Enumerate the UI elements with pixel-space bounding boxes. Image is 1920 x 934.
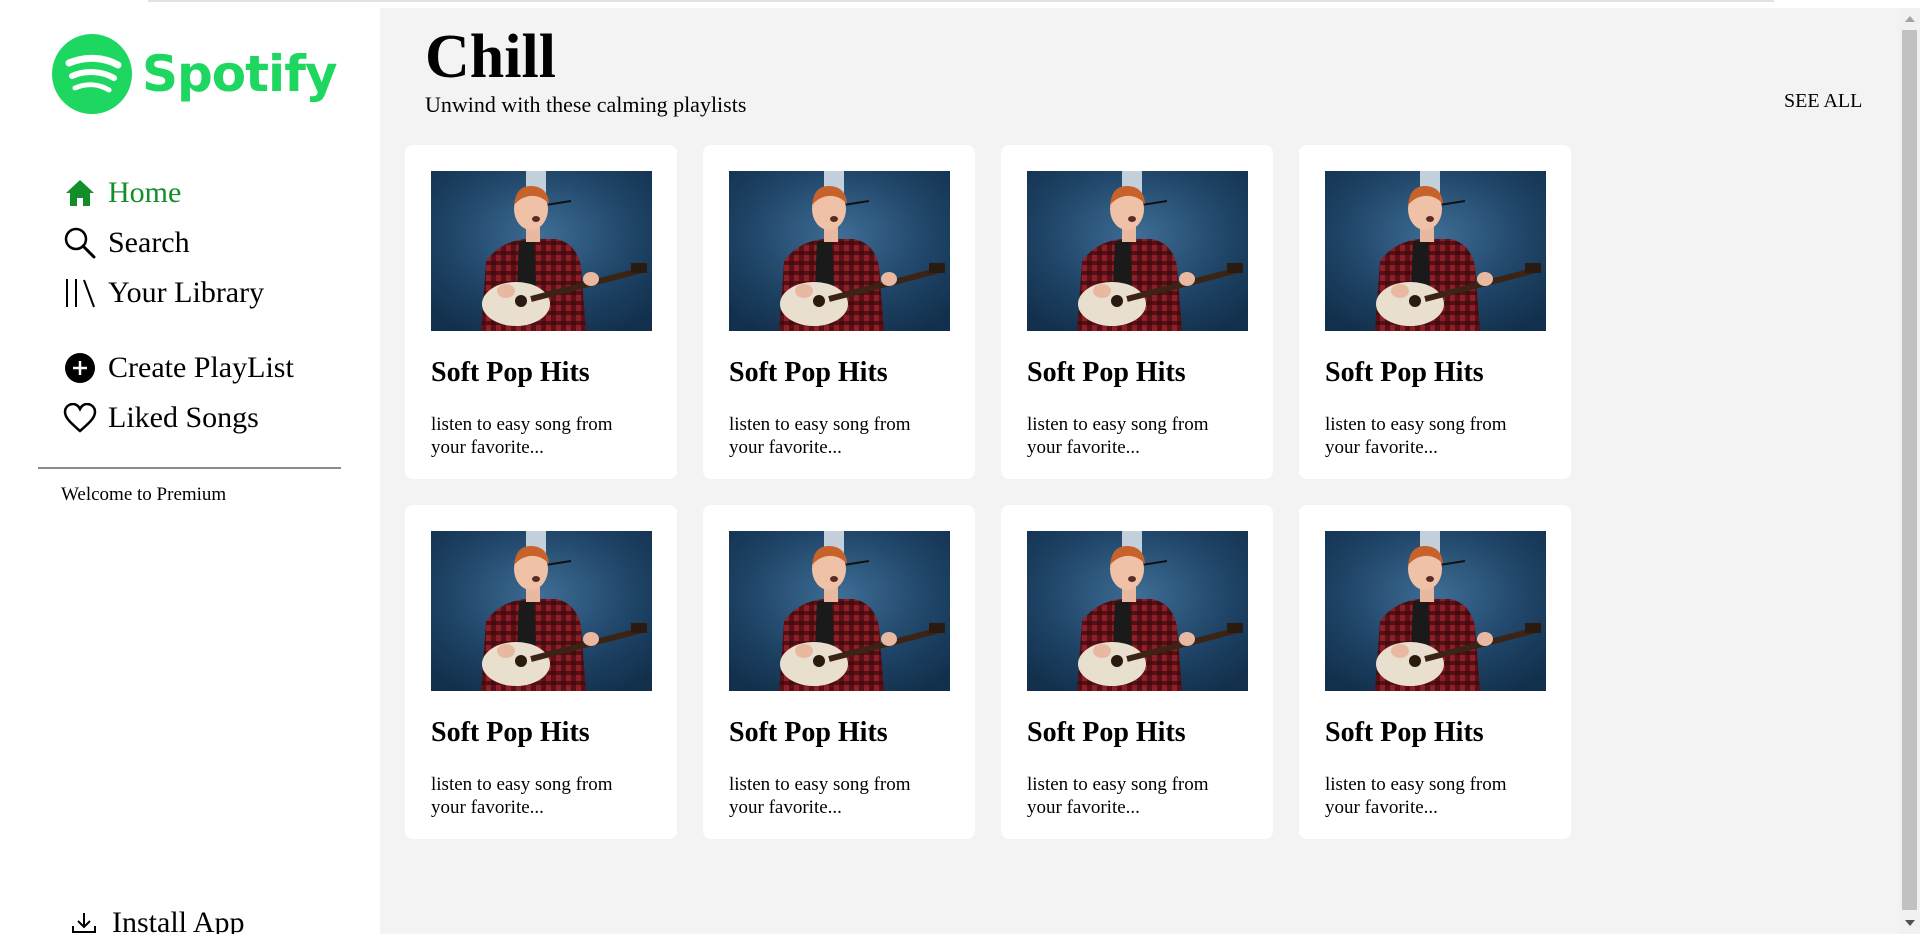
card-title: Soft Pop Hits (729, 717, 888, 748)
scroll-down-arrow-icon[interactable] (1905, 920, 1915, 926)
main-nav: Home Search Your Library (60, 168, 264, 318)
scroll-up-arrow-icon[interactable] (1905, 16, 1915, 22)
playlist-card[interactable]: Soft Pop Hits listen to easy song from yo… (1001, 145, 1273, 479)
card-description: listen to easy song from your favorite..… (1325, 774, 1507, 818)
create-playlist-button[interactable]: Create PlayList (60, 343, 294, 393)
create-playlist-label: Create PlayList (108, 351, 294, 384)
playlist-cover-image (729, 171, 950, 331)
card-description: listen to easy song from your favorite..… (729, 774, 911, 818)
nav-item-label: Search (108, 226, 190, 259)
spotify-logo[interactable]: Spotify (52, 34, 338, 114)
install-app-label: Install App (112, 906, 245, 934)
playlist-card[interactable]: Soft Pop Hits listen to easy song from yo… (1299, 145, 1571, 479)
card-description: listen to easy song from your favorite..… (729, 414, 911, 458)
playlist-card[interactable]: Soft Pop Hits listen to easy song from yo… (703, 145, 975, 479)
playlist-card[interactable]: Soft Pop Hits listen to easy song from yo… (405, 505, 677, 839)
liked-songs-label: Liked Songs (108, 401, 259, 434)
download-icon (64, 912, 104, 934)
plus-circle-icon (60, 350, 100, 386)
liked-songs-button[interactable]: Liked Songs (60, 393, 294, 443)
card-title: Soft Pop Hits (729, 357, 888, 388)
playlist-cover-image (729, 531, 950, 691)
card-description: listen to easy song from your favorite..… (431, 774, 613, 818)
library-icon (60, 275, 100, 311)
install-app-button[interactable]: Install App (64, 906, 245, 934)
see-all-link[interactable]: SEE ALL (1784, 90, 1862, 113)
playlist-cover-image (431, 171, 652, 331)
scroll-thumb[interactable] (1902, 30, 1917, 910)
card-title: Soft Pop Hits (1027, 357, 1186, 388)
top-border (148, 0, 1774, 2)
sidebar: Spotify Home Search Your Library Create … (0, 8, 380, 934)
card-title: Soft Pop Hits (431, 717, 590, 748)
welcome-premium-text: Welcome to Premium (61, 484, 227, 505)
nav-item-home[interactable]: Home (60, 168, 264, 218)
nav-item-label: Your Library (108, 276, 265, 309)
home-icon (60, 175, 100, 211)
page-title: Chill (425, 23, 556, 91)
playlist-grid: Soft Pop Hits listen to easy song from yo… (405, 145, 1571, 839)
card-description: listen to easy song from your favorite..… (1325, 414, 1507, 458)
playlist-card[interactable]: Soft Pop Hits listen to easy song from yo… (1299, 505, 1571, 839)
playlist-cover-image (1325, 171, 1546, 331)
playlist-card[interactable]: Soft Pop Hits listen to easy song from yo… (703, 505, 975, 839)
nav-item-search[interactable]: Search (60, 218, 264, 268)
card-title: Soft Pop Hits (1325, 717, 1484, 748)
logo-text: Spotify (142, 45, 338, 103)
card-description: listen to easy song from your favorite..… (431, 414, 613, 458)
playlist-cover-image (1027, 531, 1248, 691)
card-title: Soft Pop Hits (431, 357, 590, 388)
playlist-actions: Create PlayList Liked Songs (60, 343, 294, 443)
card-title: Soft Pop Hits (1027, 717, 1186, 748)
window-top-bar (0, 0, 1920, 8)
playlist-card[interactable]: Soft Pop Hits listen to easy song from yo… (1001, 505, 1273, 839)
main-content: Chill Unwind with these calming playlist… (380, 8, 1899, 934)
playlist-cover-image (1325, 531, 1546, 691)
card-description: listen to easy song from your favorite..… (1027, 774, 1209, 818)
sidebar-divider (38, 467, 341, 469)
search-icon (60, 225, 100, 261)
playlist-cover-image (1027, 171, 1248, 331)
page-subtitle: Unwind with these calming playlists (425, 92, 747, 117)
card-description: listen to easy song from your favorite..… (1027, 414, 1209, 458)
playlist-card[interactable]: Soft Pop Hits listen to easy song from yo… (405, 145, 677, 479)
vertical-scrollbar[interactable] (1899, 8, 1920, 934)
heart-icon (60, 400, 100, 436)
card-title: Soft Pop Hits (1325, 357, 1484, 388)
spotify-logo-icon (52, 34, 132, 114)
nav-item-label: Home (108, 176, 182, 209)
nav-item-library[interactable]: Your Library (60, 268, 264, 318)
playlist-cover-image (431, 531, 652, 691)
